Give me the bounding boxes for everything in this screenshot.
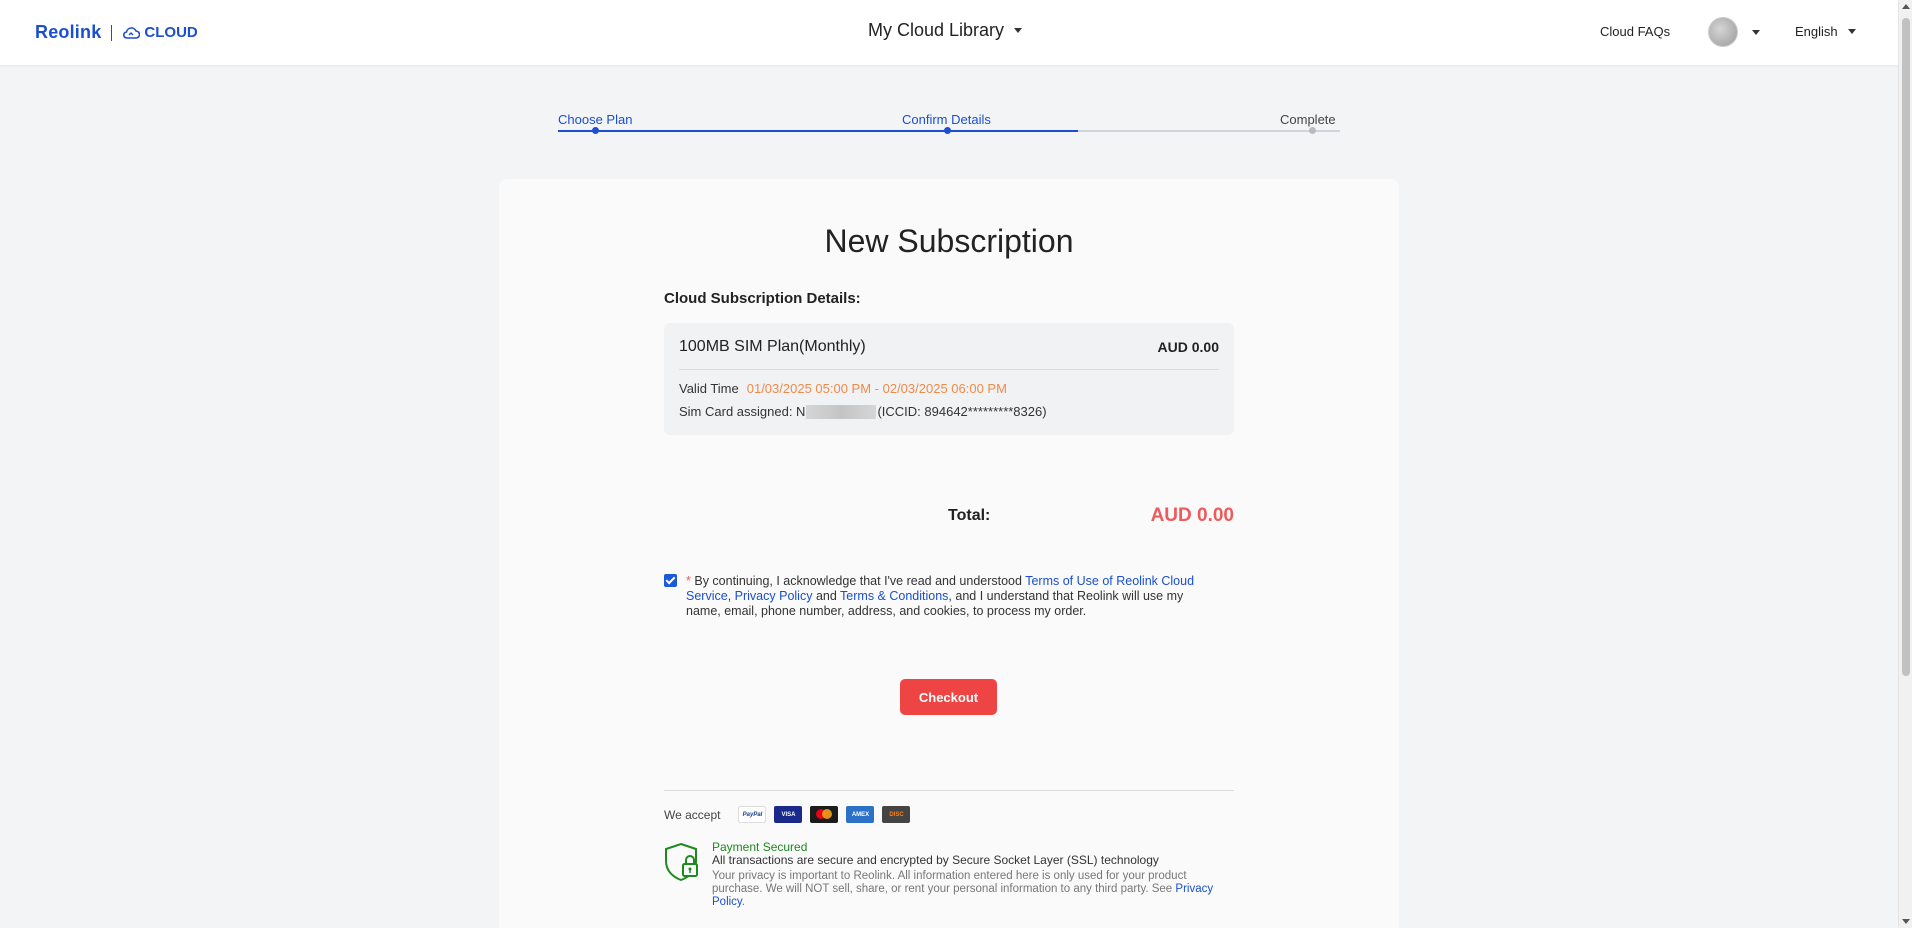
cloud-icon xyxy=(123,26,141,39)
redacted-sim-name xyxy=(806,404,877,419)
ssl-notice: All transactions are secure and encrypte… xyxy=(712,853,1159,867)
discover-icon: DISC xyxy=(882,806,911,823)
paypal-icon: PayPal xyxy=(738,806,767,823)
valid-time-row: Valid Time 01/03/2025 05:00 PM - 02/03/20… xyxy=(679,381,1007,396)
language-selector[interactable]: English xyxy=(1795,24,1856,39)
shield-lock-icon xyxy=(665,842,698,882)
agreement-and: and xyxy=(815,589,837,603)
terms-conditions-link[interactable]: Terms & Conditions xyxy=(840,589,948,603)
agreement-text-before: By continuing, I acknowledge that I've r… xyxy=(694,574,1022,588)
language-label: English xyxy=(1795,24,1838,39)
privacy-notice-text: Your privacy is important to Reolink. Al… xyxy=(712,870,1187,895)
logo-wordmark: Reolink xyxy=(35,22,102,42)
checkout-steps: Choose Plan Confirm Details Complete xyxy=(558,112,1340,136)
total-label: Total: xyxy=(948,507,991,524)
avatar[interactable] xyxy=(1708,17,1738,47)
visa-icon: VISA xyxy=(774,806,803,823)
reolink-logo[interactable]: Reolink CLOUD xyxy=(35,22,198,43)
payment-methods: We accept PayPal VISA AMEX DISC xyxy=(664,806,911,823)
step-dot-active xyxy=(944,127,951,134)
user-menu[interactable] xyxy=(1708,17,1760,47)
step-choose-plan[interactable]: Choose Plan xyxy=(558,112,632,127)
cloud-faqs-link[interactable]: Cloud FAQs xyxy=(1600,24,1670,39)
sim-card-label: Sim Card assigned: N xyxy=(679,404,806,419)
divider xyxy=(679,369,1219,370)
page-scrollbar[interactable] xyxy=(1898,0,1912,928)
logo-cloud: CLOUD xyxy=(122,24,198,41)
valid-time-value: 01/03/2025 05:00 PM - 02/03/2025 06:00 P… xyxy=(746,381,1007,396)
step-confirm-details: Confirm Details xyxy=(902,112,991,127)
total-value: AUD 0.00 xyxy=(1150,505,1234,526)
sim-card-row: Sim Card assigned: N (ICCID: 894642******… xyxy=(679,404,1047,419)
step-dot-done xyxy=(592,127,599,134)
library-title: My Cloud Library xyxy=(868,20,1005,40)
agreement-comma: , xyxy=(727,589,732,603)
plan-details: 100MB SIM Plan(Monthly) AUD 0.00 Valid T… xyxy=(664,323,1234,435)
valid-time-label: Valid Time xyxy=(679,381,739,396)
steps-progress xyxy=(558,130,1078,132)
section-title: Cloud Subscription Details: xyxy=(664,290,861,307)
amex-icon: AMEX xyxy=(846,806,875,823)
privacy-notice: Your privacy is important to Reolink. Al… xyxy=(712,870,1232,909)
scroll-up-arrow-icon[interactable] xyxy=(1902,4,1910,9)
scroll-down-arrow-icon[interactable] xyxy=(1902,919,1910,924)
page-title: New Subscription xyxy=(824,223,1074,259)
top-header: Reolink CLOUD My Cloud Library Cloud FAQ… xyxy=(0,0,1898,65)
plan-price: AUD 0.00 xyxy=(1157,339,1219,355)
chevron-down-icon xyxy=(1014,28,1023,33)
library-dropdown[interactable]: My Cloud Library xyxy=(868,20,1023,41)
privacy-policy-link[interactable]: Privacy Policy xyxy=(735,589,813,603)
divider xyxy=(664,790,1234,791)
step-complete: Complete xyxy=(1280,112,1336,127)
privacy-notice-period: . xyxy=(741,896,746,908)
we-accept-label: We accept xyxy=(664,807,721,822)
agreement-checkbox[interactable] xyxy=(664,574,677,587)
agreement-text: * By continuing, I acknowledge that I've… xyxy=(686,574,1216,619)
required-mark: * xyxy=(686,574,691,588)
subscription-card: New Subscription Cloud Subscription Deta… xyxy=(499,179,1399,928)
checkout-button[interactable]: Checkout xyxy=(900,679,997,715)
chevron-down-icon xyxy=(1847,29,1856,34)
logo-divider xyxy=(111,24,113,41)
mastercard-icon xyxy=(810,806,839,823)
payment-secured-title: Payment Secured xyxy=(712,840,808,854)
logo-cloud-text: CLOUD xyxy=(144,24,198,41)
sim-card-iccid: (ICCID: 894642*********8326) xyxy=(877,404,1047,419)
step-dot-pending xyxy=(1309,127,1316,134)
plan-name: 100MB SIM Plan(Monthly) xyxy=(679,338,866,355)
scrollbar-thumb[interactable] xyxy=(1902,18,1910,676)
chevron-down-icon xyxy=(1752,29,1760,35)
